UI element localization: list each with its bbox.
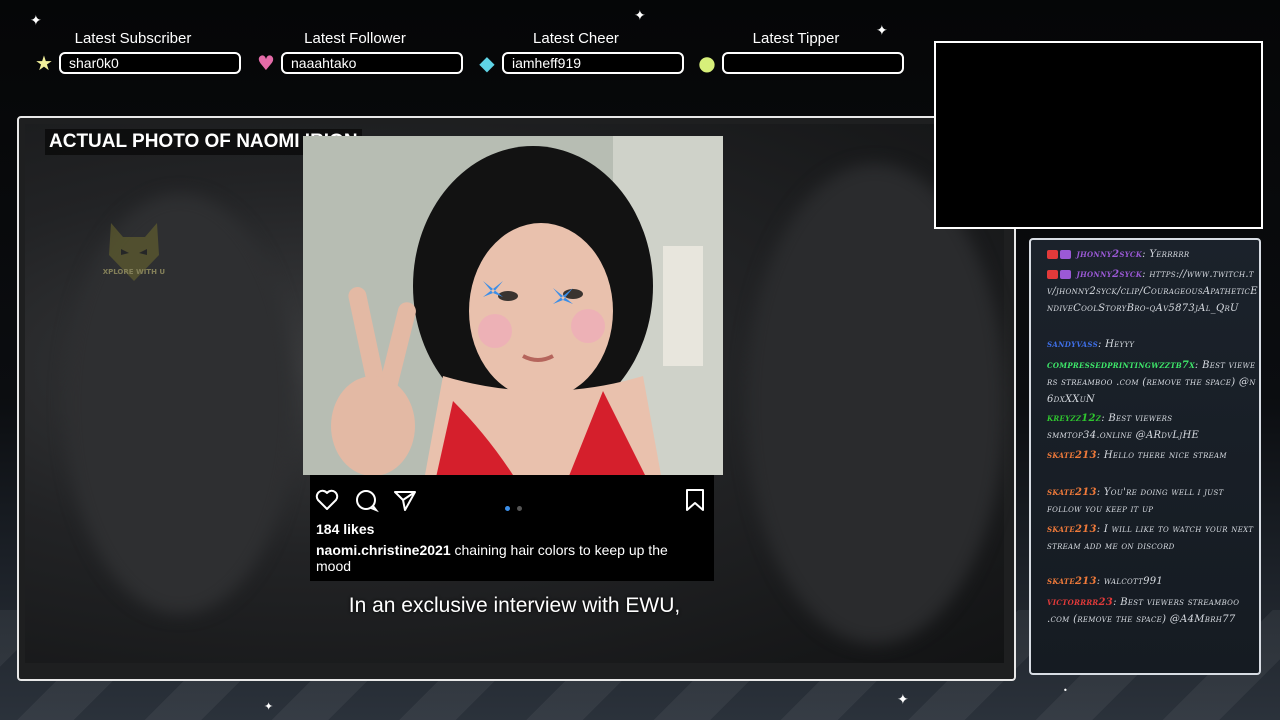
heart-icon[interactable]	[314, 487, 340, 513]
sparkle-icon: ✦	[634, 8, 646, 24]
sparkle-icon: ✦	[30, 13, 42, 29]
chat-text: Yerrrrr	[1149, 249, 1190, 260]
alert-label: Latest Tipper	[752, 30, 840, 47]
sparkle-icon: •	[1063, 686, 1068, 695]
chat-text: Heyyy	[1105, 339, 1135, 350]
chat-username[interactable]: jhonny2syck	[1076, 269, 1142, 280]
alert-value: iamheff919	[502, 52, 684, 74]
likes-count: 184 likes	[316, 521, 375, 537]
chat-username[interactable]: kreyzz12z	[1047, 413, 1101, 424]
chat-message: compressedprintingwzztb7x: Best viewers …	[1047, 360, 1256, 405]
chat-panel: jhonny2syck: Yerrrrr jhonny2syck: https:…	[1029, 238, 1261, 675]
latest-tipper-alert: Latest Tipper ●	[696, 30, 904, 75]
alert-value: naaahtako	[281, 52, 463, 74]
chat-message: skate213: Hello there nice stream	[1047, 450, 1227, 461]
comment-icon[interactable]	[353, 487, 379, 513]
badge-icon	[1060, 250, 1071, 259]
post-caption: naomi.christine2021 chaining hair colors…	[316, 542, 696, 574]
video-frame: ACTUAL PHOTO OF NAOMI IRION EXPLORE WITH…	[17, 116, 1016, 681]
chat-message: victorrrr23: Best viewers streamboo .com…	[1047, 597, 1240, 625]
badge-icon	[1047, 270, 1058, 279]
chat-username[interactable]: jhonny2syck	[1076, 249, 1142, 260]
logo-text: EXPLORE WITH US	[103, 268, 165, 276]
instagram-post-panel: 184 likes naomi.christine2021 chaining h…	[310, 475, 714, 581]
post-username[interactable]: naomi.christine2021	[316, 542, 451, 558]
gem-icon: ◆	[479, 51, 495, 75]
heart-icon: ♥	[257, 51, 275, 75]
webcam-frame	[934, 41, 1263, 229]
chat-username[interactable]: compressedprintingwzztb7x	[1047, 360, 1195, 371]
badge-icon	[1047, 250, 1058, 259]
chat-message: sandyvass: Heyyy	[1047, 339, 1135, 350]
sparkle-icon: ✦	[264, 700, 274, 713]
chat-username[interactable]: victorrrr23	[1047, 597, 1113, 608]
chat-username[interactable]: skate213	[1047, 524, 1097, 535]
chat-message: skate213: You're doing well i just follo…	[1047, 487, 1224, 515]
alert-label: Latest Subscriber	[74, 30, 192, 47]
bookmark-icon[interactable]	[682, 487, 708, 513]
chat-text: walcott991	[1103, 576, 1164, 587]
star-icon: ★	[35, 51, 53, 75]
chat-username[interactable]: sandyvass	[1047, 339, 1098, 350]
sparkle-icon: ✦	[897, 692, 909, 708]
alert-value	[722, 52, 904, 74]
selfie-image	[303, 136, 723, 475]
alert-label: Latest Cheer	[533, 30, 619, 47]
video-feed: ACTUAL PHOTO OF NAOMI IRION EXPLORE WITH…	[25, 124, 1005, 663]
chat-text: Hello there nice stream	[1103, 450, 1227, 461]
carousel-dots	[505, 496, 523, 515]
chat-username[interactable]: skate213	[1047, 576, 1097, 587]
latest-subscriber-alert: Latest Subscriber ★ shar0k0	[33, 30, 241, 75]
latest-cheer-alert: Latest Cheer ◆ iamheff919	[476, 30, 684, 75]
chat-message: jhonny2syck: https://www.twitch.tv/jhonn…	[1047, 269, 1258, 314]
alert-label: Latest Follower	[304, 30, 406, 47]
chat-message: jhonny2syck: Yerrrrr	[1047, 246, 1259, 263]
video-subtitle: In an exclusive interview with EWU,	[348, 594, 681, 617]
chat-message: skate213: I will like to watch your next…	[1047, 524, 1254, 552]
background-blur	[745, 164, 1005, 644]
chat-message: kreyzz12z: Best viewers smmtop34.online …	[1047, 413, 1200, 441]
badge-icon	[1060, 270, 1071, 279]
coin-icon: ●	[698, 51, 716, 75]
chat-message: skate213: walcott991	[1047, 576, 1164, 587]
instagram-photo	[303, 136, 723, 475]
chat-username[interactable]: skate213	[1047, 450, 1097, 461]
wolf-logo-icon: EXPLORE WITH US	[103, 223, 165, 281]
share-icon[interactable]	[392, 487, 418, 513]
background-blur	[65, 194, 295, 614]
chat-username[interactable]: skate213	[1047, 487, 1097, 498]
latest-follower-alert: Latest Follower ♥ naaahtako	[255, 30, 463, 75]
alert-value: shar0k0	[59, 52, 241, 74]
